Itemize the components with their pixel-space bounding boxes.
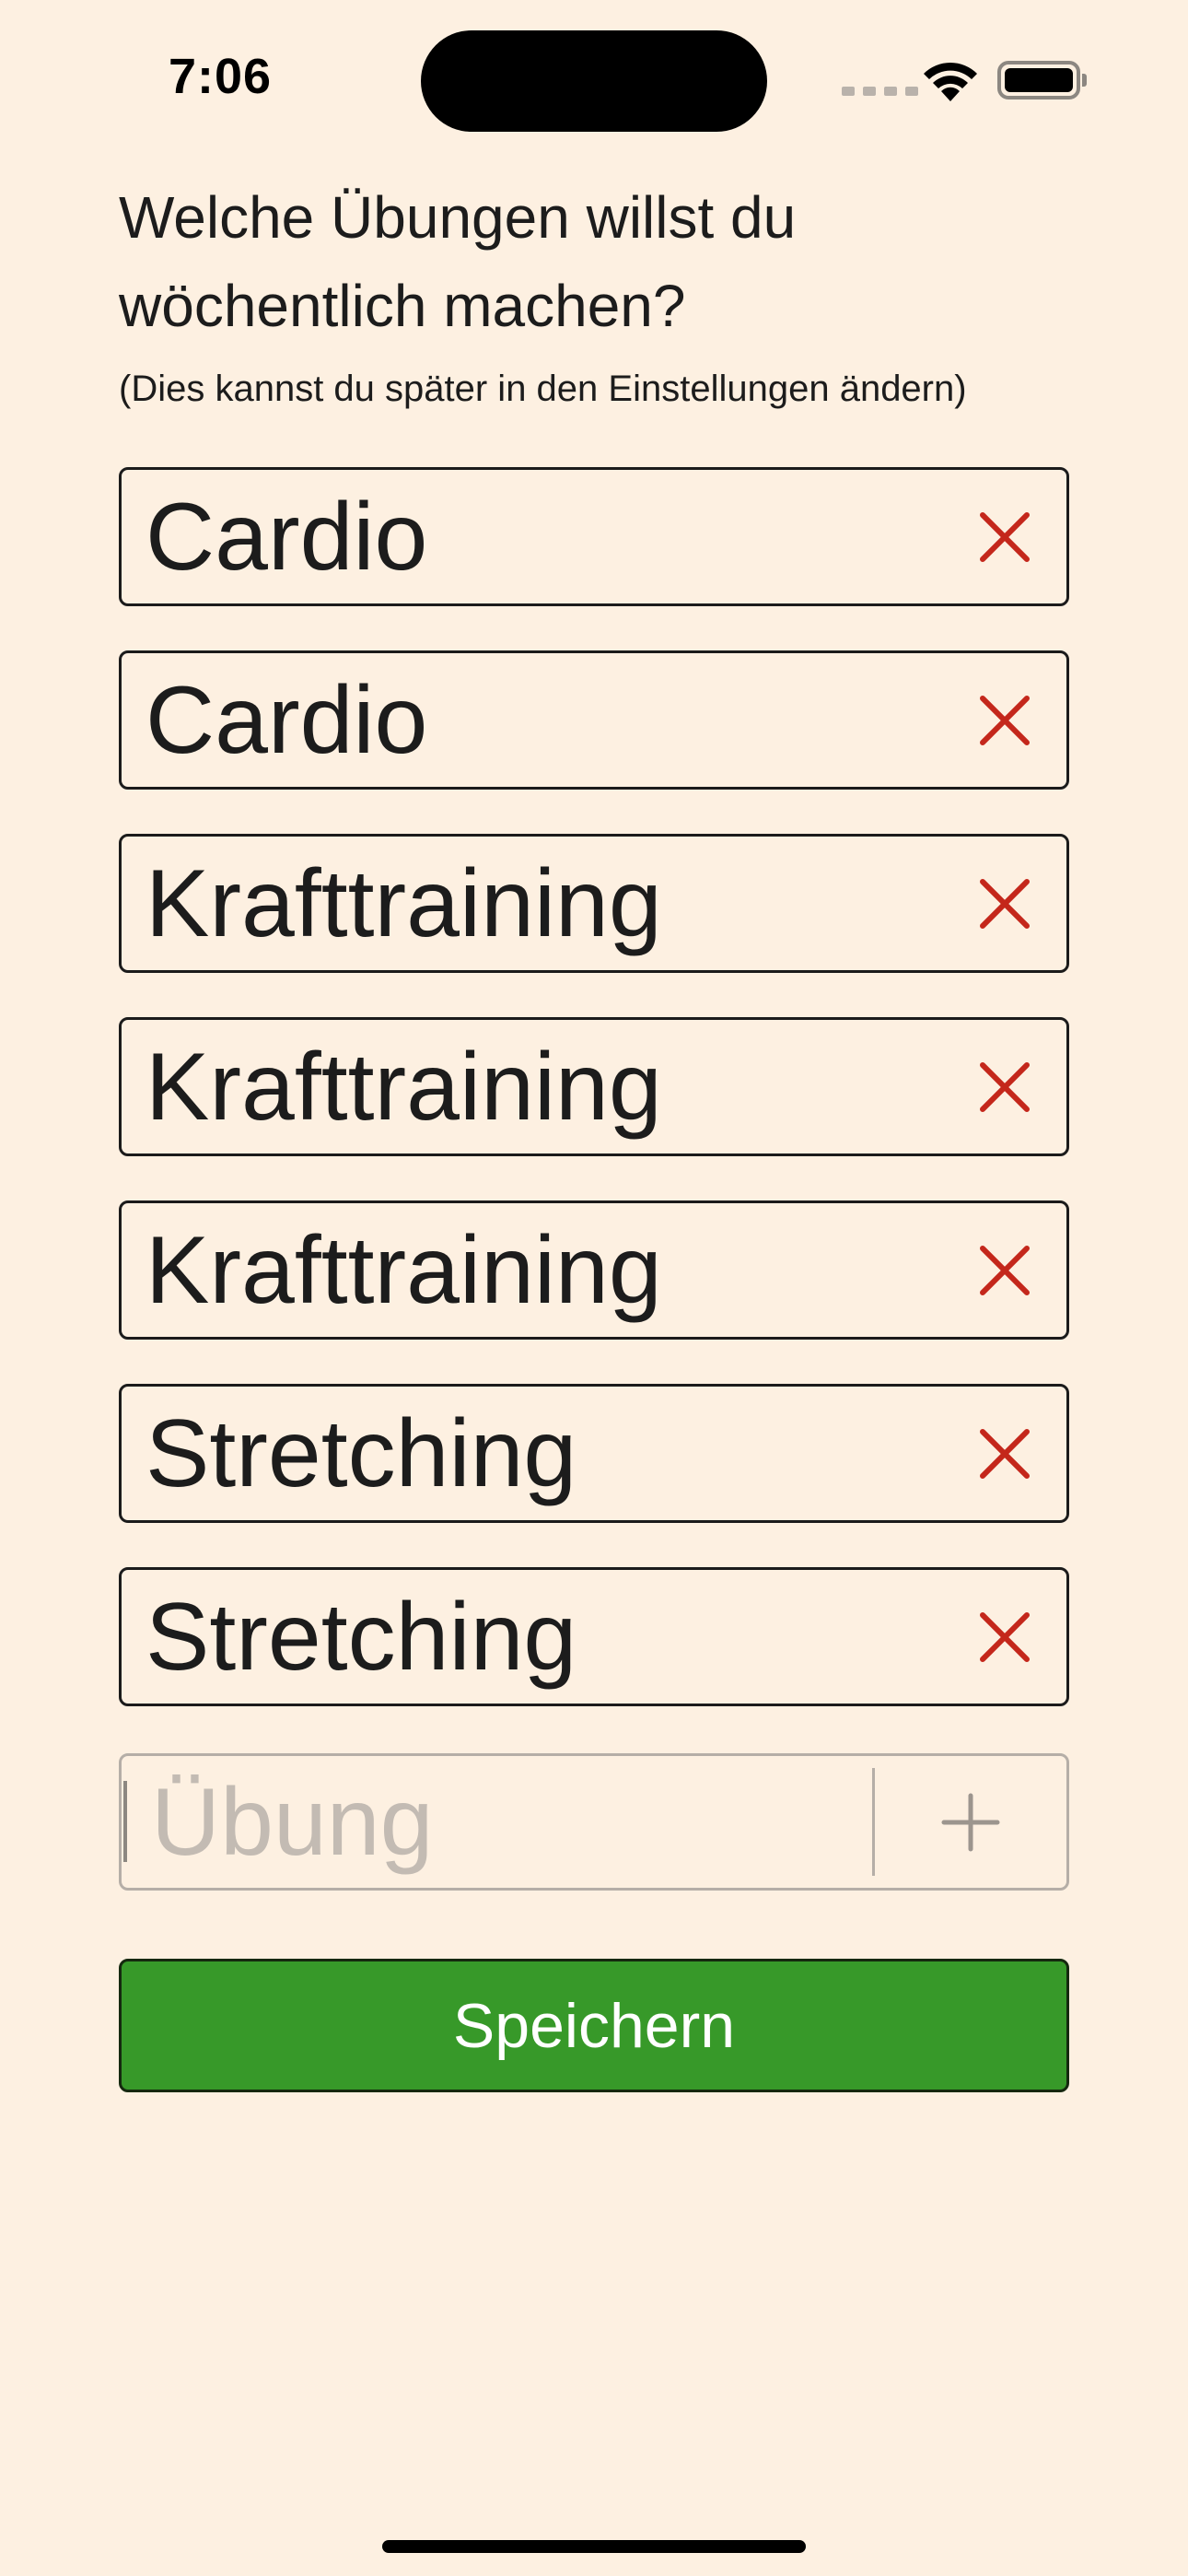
exercise-input[interactable]: Übung (122, 1768, 875, 1876)
close-icon (980, 511, 1030, 562)
exercise-item: Stretching (119, 1567, 1069, 1706)
text-caret (123, 1781, 127, 1862)
exercise-label: Krafttraining (146, 1033, 662, 1141)
exercise-item: Cardio (119, 467, 1069, 606)
remove-exercise-button[interactable] (963, 1046, 1046, 1129)
exercise-list: Cardio Cardio Krafttraining Krafttrainin… (119, 467, 1069, 1751)
exercise-input-placeholder: Übung (151, 1768, 434, 1876)
home-indicator[interactable] (382, 2540, 806, 2553)
battery-full-icon (997, 61, 1087, 100)
close-icon (980, 878, 1030, 929)
cellular-signal-icon (842, 87, 918, 96)
page-subtitle: (Dies kannst du später in den Einstellun… (119, 369, 967, 409)
exercise-item: Cardio (119, 650, 1069, 790)
remove-exercise-button[interactable] (963, 1412, 1046, 1495)
exercise-label: Stretching (146, 1583, 577, 1691)
remove-exercise-button[interactable] (963, 1596, 1046, 1679)
exercise-label: Krafttraining (146, 849, 662, 957)
close-icon (980, 695, 1030, 745)
close-icon (980, 1428, 1030, 1479)
plus-icon (941, 1793, 1000, 1851)
close-icon (980, 1611, 1030, 1662)
exercise-label: Cardio (146, 483, 428, 591)
new-exercise-row: Übung (119, 1753, 1069, 1891)
close-icon (980, 1061, 1030, 1112)
save-button[interactable]: Speichern (119, 1959, 1069, 2092)
wifi-icon (924, 62, 977, 101)
exercise-label: Stretching (146, 1399, 577, 1507)
close-icon (980, 1245, 1030, 1295)
screen: 7:06 Welche Übungen willst du wöchentlic… (0, 0, 1188, 2576)
page-title: Welche Übungen willst du wöchentlich mac… (119, 184, 797, 339)
exercise-label: Cardio (146, 666, 428, 774)
remove-exercise-button[interactable] (963, 862, 1046, 945)
status-time: 7:06 (169, 49, 273, 104)
remove-exercise-button[interactable] (963, 679, 1046, 762)
exercise-item: Krafttraining (119, 1017, 1069, 1156)
exercise-item: Krafttraining (119, 834, 1069, 973)
exercise-item: Krafttraining (119, 1200, 1069, 1340)
add-exercise-button[interactable] (875, 1756, 1066, 1888)
remove-exercise-button[interactable] (963, 1229, 1046, 1312)
exercise-item: Stretching (119, 1384, 1069, 1523)
exercise-label: Krafttraining (146, 1216, 662, 1324)
remove-exercise-button[interactable] (963, 496, 1046, 579)
dynamic-island (421, 30, 767, 132)
